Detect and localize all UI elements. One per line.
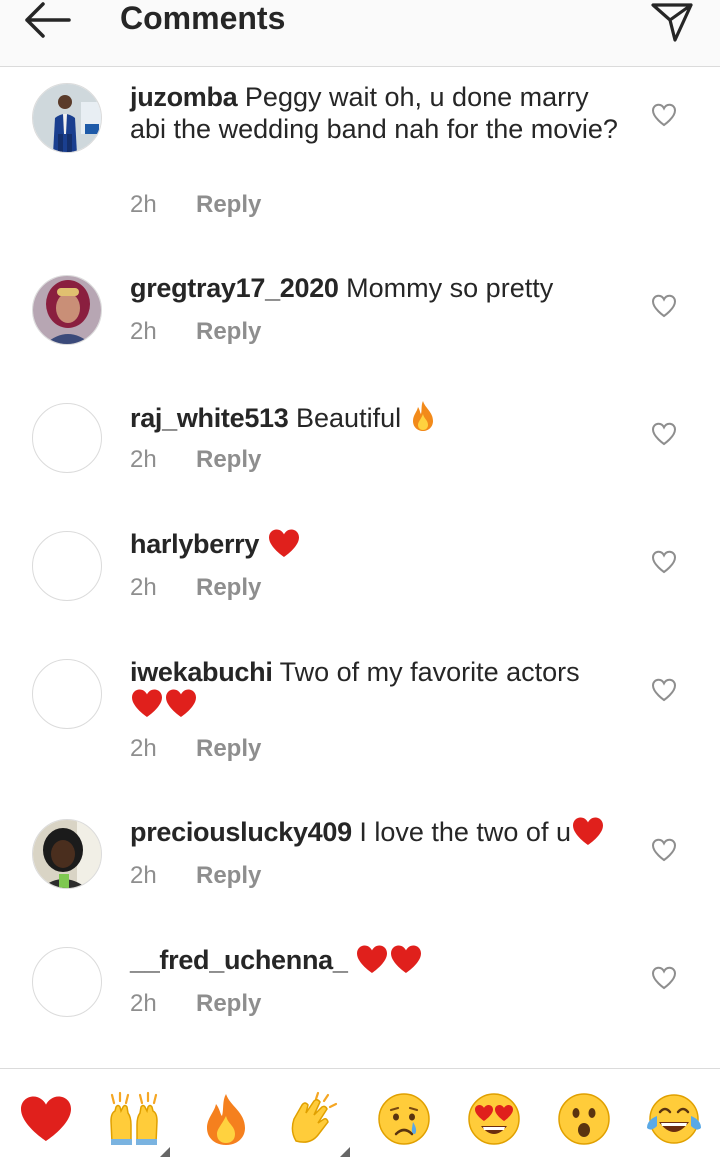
comment-text: preciouslucky409 I love the two of u — [130, 816, 620, 848]
comment-time: 2h — [130, 446, 157, 473]
raising-hands-emoji-icon — [110, 1091, 158, 1145]
red-heart-emoji-icon — [21, 1096, 71, 1141]
comment-time: 2h — [130, 735, 157, 762]
avatar[interactable] — [32, 819, 102, 889]
heart-eyes-emoji-icon — [468, 1093, 520, 1145]
share-button[interactable] — [644, 0, 700, 44]
tears-of-joy-emoji-icon — [647, 1094, 701, 1144]
comment-text: gregtray17_2020 Mommy so pretty — [130, 272, 620, 304]
like-button[interactable] — [648, 418, 680, 450]
clapping-hands-emoji-button[interactable] — [284, 1089, 350, 1157]
comment-text: harlyberry — [130, 528, 620, 560]
heart-outline-icon — [651, 103, 677, 127]
comment-username[interactable]: iwekabuchi — [130, 657, 273, 687]
arrow-left-icon — [25, 2, 71, 38]
more-options-indicator — [340, 1147, 350, 1157]
reply-button[interactable]: Reply — [196, 574, 261, 601]
comment-meta: 2h Reply — [130, 318, 261, 346]
surprised-face-emoji-button[interactable] — [554, 1089, 614, 1149]
tears-of-joy-emoji-button[interactable] — [644, 1089, 704, 1149]
avatar[interactable] — [32, 531, 102, 601]
raising-hands-emoji-button[interactable] — [104, 1089, 170, 1157]
comment-username[interactable]: juzomba — [130, 82, 238, 112]
heart-eyes-emoji-button[interactable] — [464, 1089, 524, 1149]
comment-time: 2h — [130, 990, 157, 1017]
fire-icon — [412, 401, 433, 431]
red-heart-icon — [391, 945, 422, 973]
red-heart-icon — [357, 945, 388, 973]
avatar[interactable] — [32, 83, 102, 153]
like-button[interactable] — [648, 834, 680, 866]
like-button[interactable] — [648, 546, 680, 578]
comment-text: __fred_uchenna_ — [130, 944, 620, 976]
reply-button[interactable]: Reply — [196, 446, 261, 473]
emoji-reaction-bar — [0, 1068, 720, 1166]
avatar[interactable] — [32, 275, 102, 345]
red-heart-icon — [268, 529, 299, 557]
like-button[interactable] — [648, 674, 680, 706]
comment-time: 2h — [130, 191, 157, 218]
comment-meta: 2h Reply — [130, 574, 261, 602]
reply-button[interactable]: Reply — [196, 862, 261, 889]
avatar[interactable] — [32, 403, 102, 473]
paper-plane-icon — [651, 3, 693, 42]
comment-time: 2h — [130, 318, 157, 345]
comment-meta: 2h Reply — [130, 735, 261, 763]
comment-username[interactable]: raj_white513 — [130, 403, 289, 433]
heart-outline-icon — [651, 838, 677, 862]
comment-text: juzomba Peggy wait oh, u done marry abi … — [130, 81, 620, 145]
comment-body: Two of my favorite actors — [279, 657, 580, 687]
fire-emoji-icon — [207, 1094, 245, 1145]
comment-username[interactable]: harlyberry — [130, 529, 259, 559]
comment-text: iwekabuchi Two of my favorite actors — [130, 656, 620, 720]
like-button[interactable] — [648, 290, 680, 322]
page-title: Comments — [120, 0, 286, 36]
comment-body: I love the two of u — [359, 817, 571, 847]
back-button[interactable] — [18, 0, 76, 40]
comment-meta: 2h Reply — [130, 191, 261, 219]
comment-time: 2h — [130, 862, 157, 889]
comment-meta: 2h Reply — [130, 990, 261, 1018]
reply-button[interactable]: Reply — [196, 318, 261, 345]
crying-face-emoji-button[interactable] — [374, 1089, 434, 1149]
reply-button[interactable]: Reply — [196, 990, 261, 1017]
like-button[interactable] — [648, 99, 680, 131]
heart-outline-icon — [651, 678, 677, 702]
comment-body: Mommy so pretty — [346, 273, 554, 303]
heart-outline-icon — [651, 966, 677, 990]
red-heart-icon — [166, 689, 196, 717]
comment-body: Beautiful — [296, 403, 402, 433]
like-button[interactable] — [648, 962, 680, 994]
avatar[interactable] — [32, 947, 102, 1017]
comment-text: raj_white513 Beautiful — [130, 400, 620, 434]
reply-button[interactable]: Reply — [196, 191, 261, 218]
comment-meta: 2h Reply — [130, 446, 261, 474]
top-bar: Comments — [0, 0, 720, 67]
more-options-indicator — [160, 1147, 170, 1157]
comment-username[interactable]: preciouslucky409 — [130, 817, 352, 847]
comment-meta: 2h Reply — [130, 862, 261, 890]
fire-emoji-button[interactable] — [196, 1089, 256, 1149]
red-heart-icon — [572, 817, 603, 845]
comment-username[interactable]: __fred_uchenna_ — [130, 945, 348, 975]
heart-outline-icon — [651, 550, 677, 574]
comment-time: 2h — [130, 574, 157, 601]
surprised-face-emoji-icon — [558, 1093, 610, 1145]
comment-username[interactable]: gregtray17_2020 — [130, 273, 339, 303]
red-heart-icon — [132, 689, 162, 717]
heart-outline-icon — [651, 294, 677, 318]
avatar[interactable] — [32, 659, 102, 729]
heart-outline-icon — [651, 422, 677, 446]
clapping-hands-emoji-icon — [291, 1091, 338, 1143]
crying-face-emoji-icon — [378, 1093, 430, 1145]
reply-button[interactable]: Reply — [196, 735, 261, 762]
red-heart-emoji-button[interactable] — [16, 1089, 76, 1149]
